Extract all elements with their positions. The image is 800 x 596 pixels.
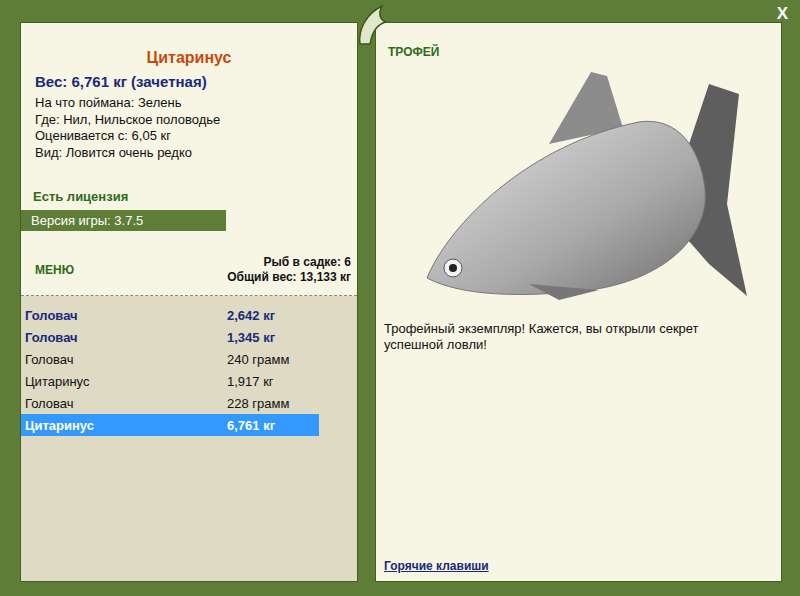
fish-name: Цитаринус: [21, 49, 357, 67]
catch-row[interactable]: Головач228 грамм: [21, 392, 319, 414]
menu-button[interactable]: МЕНЮ: [35, 263, 74, 277]
catch-row[interactable]: Головач240 грамм: [21, 348, 319, 370]
catch-name: Головач: [25, 308, 227, 323]
detail-line: Где: Нил, Нильское половодье: [35, 112, 357, 129]
fish-icon: [409, 64, 749, 304]
catch-name: Цитаринус: [25, 418, 227, 433]
left-panel: Цитаринус Вес: 6,761 кг (зачетная) На что …: [20, 22, 358, 582]
fish-details: На что поймана: ЗеленьГде: Нил, Нильское…: [21, 95, 357, 161]
trophy-panel: ТРОФЕЙ Трофейный экземпляр! Кажется, вы о…: [375, 22, 782, 582]
detail-line: На что поймана: Зелень: [35, 95, 357, 112]
total-weight: Общий вес: 13,133 кг: [227, 270, 351, 285]
fish-window: X Цитаринус Вес: 6,761 кг (зачетная) На что…: [0, 0, 800, 596]
catch-weight: 228 грамм: [227, 396, 289, 411]
trophy-message: Трофейный экземпляр! Кажется, вы открыли…: [384, 321, 773, 353]
catch-row[interactable]: Цитаринус6,761 кг: [21, 414, 319, 436]
version-bar: Версия игры: 3.7.5: [21, 210, 226, 231]
catch-row[interactable]: Цитаринус1,917 кг: [21, 370, 319, 392]
catch-weight: 240 грамм: [227, 352, 289, 367]
catch-name: Цитаринус: [25, 374, 227, 389]
menu-row: МЕНЮ Рыб в садке: 6Общий вес: 13,133 кг: [21, 255, 357, 285]
trophy-label: ТРОФЕЙ: [384, 45, 773, 59]
fish-count: Рыб в садке: 6: [227, 255, 351, 270]
license-label: Есть лицензия: [21, 189, 357, 204]
fish-picture: [384, 59, 773, 309]
catch-name: Головач: [25, 330, 227, 345]
catch-name: Головач: [25, 352, 227, 367]
catch-name: Головач: [25, 396, 227, 411]
catch-weight: 2,642 кг: [227, 308, 275, 323]
fish-info: Цитаринус Вес: 6,761 кг (зачетная) На что …: [21, 23, 357, 296]
catch-list: Головач2,642 кгГоловач1,345 кгГоловач240…: [21, 296, 357, 581]
detail-line: Вид: Ловится очень редко: [35, 145, 357, 162]
keepnet-stats: Рыб в садке: 6Общий вес: 13,133 кг: [227, 255, 351, 285]
fish-weight: Вес: 6,761 кг (зачетная): [21, 73, 357, 90]
hotkeys-link[interactable]: Горячие клавиши: [384, 559, 773, 573]
catch-row[interactable]: Головач1,345 кг: [21, 326, 319, 348]
dolphin-logo-icon: [352, 0, 392, 50]
catch-weight: 1,917 кг: [227, 374, 274, 389]
catch-weight: 1,345 кг: [227, 330, 275, 345]
detail-line: Оценивается с: 6,05 кг: [35, 128, 357, 145]
close-button[interactable]: X: [777, 4, 788, 24]
catch-weight: 6,761 кг: [227, 418, 275, 433]
catch-row[interactable]: Головач2,642 кг: [21, 304, 319, 326]
